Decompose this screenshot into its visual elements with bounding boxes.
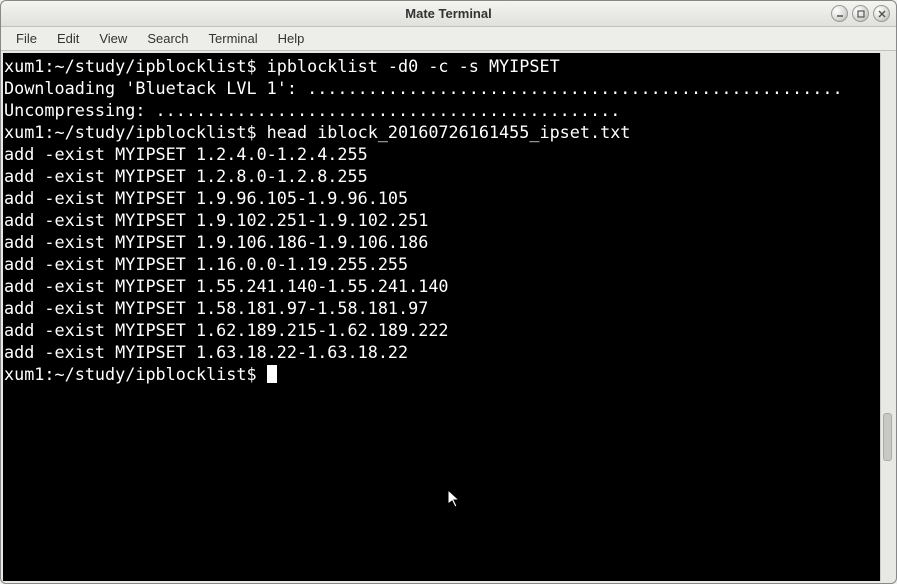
term-prompt: xum1:~/study/ipblocklist$ xyxy=(4,364,267,384)
menu-terminal[interactable]: Terminal xyxy=(200,28,267,49)
term-line: add -exist MYIPSET 1.9.102.251-1.9.102.2… xyxy=(4,209,879,231)
window-title: Mate Terminal xyxy=(405,6,491,21)
term-line: add -exist MYIPSET 1.16.0.0-1.19.255.255 xyxy=(4,253,879,275)
term-line: Uncompressing: .........................… xyxy=(4,99,879,121)
term-line: add -exist MYIPSET 1.2.8.0-1.2.8.255 xyxy=(4,165,879,187)
term-line: add -exist MYIPSET 1.9.106.186-1.9.106.1… xyxy=(4,231,879,253)
minimize-button[interactable] xyxy=(831,5,848,22)
menubar: File Edit View Search Terminal Help xyxy=(1,27,896,51)
close-button[interactable] xyxy=(873,5,890,22)
menu-search[interactable]: Search xyxy=(138,28,197,49)
term-line: add -exist MYIPSET 1.58.181.97-1.58.181.… xyxy=(4,297,879,319)
scrollbar-thumb[interactable] xyxy=(883,413,892,461)
terminal-scrollbar[interactable] xyxy=(880,53,894,581)
term-line: add -exist MYIPSET 1.62.189.215-1.62.189… xyxy=(4,319,879,341)
menu-edit[interactable]: Edit xyxy=(48,28,88,49)
titlebar[interactable]: Mate Terminal xyxy=(1,1,896,27)
term-line: add -exist MYIPSET 1.63.18.22-1.63.18.22 xyxy=(4,341,879,363)
term-line: xum1:~/study/ipblocklist$ ipblocklist -d… xyxy=(4,55,879,77)
term-line: Downloading 'Bluetack LVL 1': ..........… xyxy=(4,77,879,99)
window-controls xyxy=(831,5,890,22)
menu-help[interactable]: Help xyxy=(269,28,314,49)
maximize-button[interactable] xyxy=(852,5,869,22)
menu-view[interactable]: View xyxy=(90,28,136,49)
term-line: add -exist MYIPSET 1.9.96.105-1.9.96.105 xyxy=(4,187,879,209)
terminal-output[interactable]: xum1:~/study/ipblocklist$ ipblocklist -d… xyxy=(3,53,880,581)
terminal-cursor xyxy=(267,365,277,383)
terminal-content-wrap: xum1:~/study/ipblocklist$ ipblocklist -d… xyxy=(1,51,896,583)
term-prompt-line: xum1:~/study/ipblocklist$ xyxy=(4,363,879,385)
term-line: xum1:~/study/ipblocklist$ head iblock_20… xyxy=(4,121,879,143)
term-line: add -exist MYIPSET 1.2.4.0-1.2.4.255 xyxy=(4,143,879,165)
terminal-window: Mate Terminal File Edit View Search Term… xyxy=(0,0,897,584)
menu-file[interactable]: File xyxy=(7,28,46,49)
term-line: add -exist MYIPSET 1.55.241.140-1.55.241… xyxy=(4,275,879,297)
